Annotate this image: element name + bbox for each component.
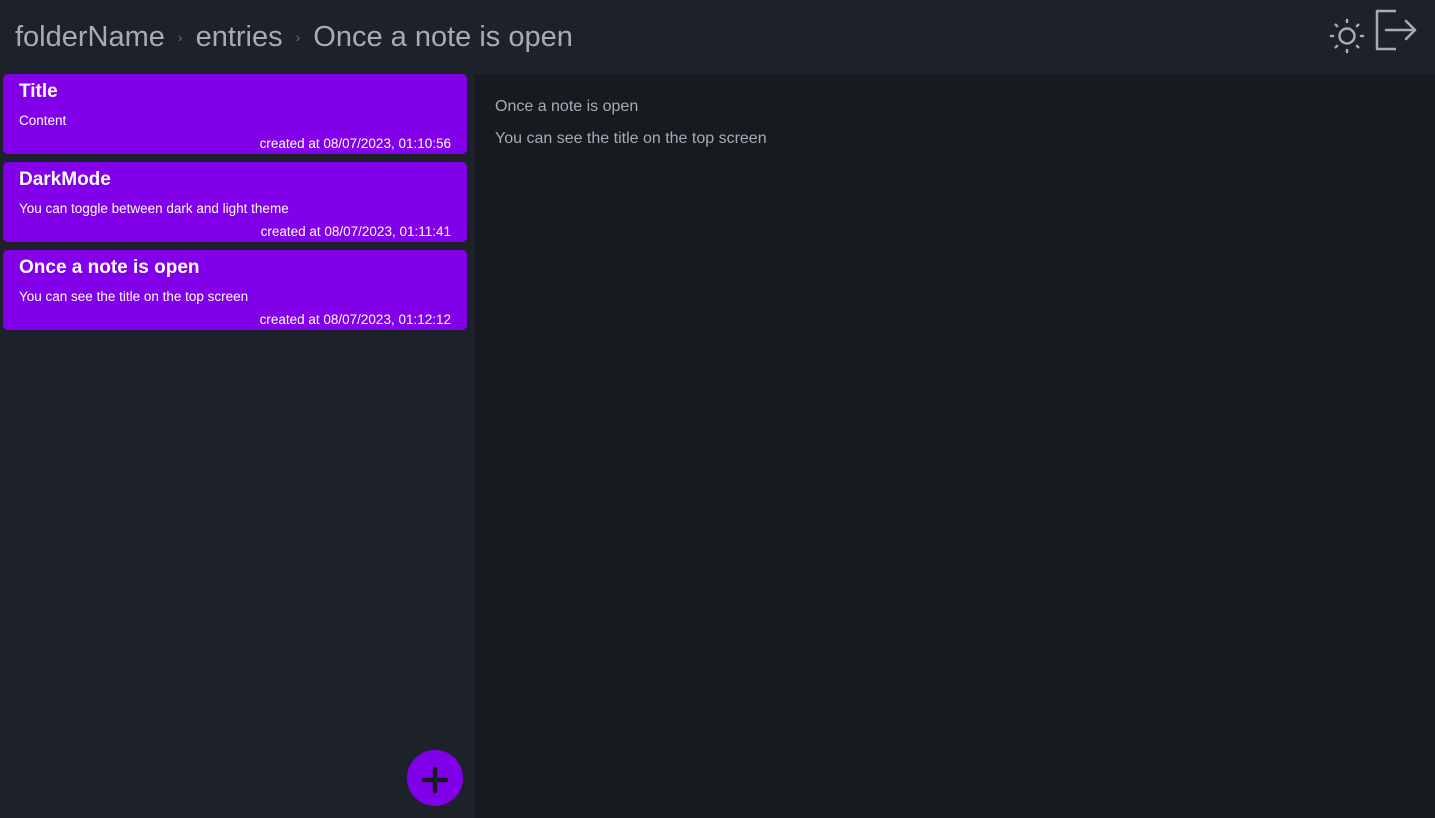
breadcrumb-separator: › [177, 29, 183, 45]
editor-title[interactable]: Once a note is open [495, 97, 638, 117]
note-card-content: You can see the title on the top screen [19, 289, 249, 304]
note-card-title: Once a note is open [19, 257, 200, 278]
theme-toggle-button[interactable] [1328, 17, 1366, 55]
note-card[interactable]: DarkMode You can toggle between dark and… [3, 162, 467, 242]
note-card-content: Content [19, 113, 67, 128]
note-editor[interactable]: Once a note is open You can see the titl… [475, 74, 1435, 818]
breadcrumb-folder[interactable]: folderName [15, 18, 165, 56]
notes-sidebar: Title Content created at 08/07/2023, 01:… [0, 74, 475, 818]
logout-button[interactable] [1374, 8, 1418, 52]
breadcrumb-separator: › [295, 29, 301, 45]
editor-body[interactable]: You can see the title on the top screen [495, 129, 767, 149]
note-card-date: created at 08/07/2023, 01:11:41 [260, 224, 451, 239]
logout-icon [1375, 9, 1417, 51]
note-card-title: Title [19, 81, 58, 102]
plus-icon [421, 766, 449, 794]
breadcrumb-current-note: Once a note is open [313, 21, 573, 53]
note-card-date: created at 08/07/2023, 01:10:56 [259, 136, 451, 151]
note-card-date: created at 08/07/2023, 01:12:12 [259, 312, 451, 327]
note-card-title: DarkMode [19, 169, 111, 190]
top-bar: folderName › entries › Once a note is op… [0, 0, 1435, 74]
sun-icon [1329, 18, 1365, 54]
note-card-content: You can toggle between dark and light th… [19, 201, 289, 216]
note-card[interactable]: Title Content created at 08/07/2023, 01:… [3, 74, 467, 154]
add-note-button[interactable] [407, 750, 463, 806]
breadcrumb-entries[interactable]: entries [196, 18, 283, 56]
notes-app: folderName › entries › Once a note is op… [0, 0, 1435, 818]
breadcrumb: folderName › entries › Once a note is op… [15, 18, 573, 56]
note-card[interactable]: Once a note is open You can see the titl… [3, 250, 467, 330]
